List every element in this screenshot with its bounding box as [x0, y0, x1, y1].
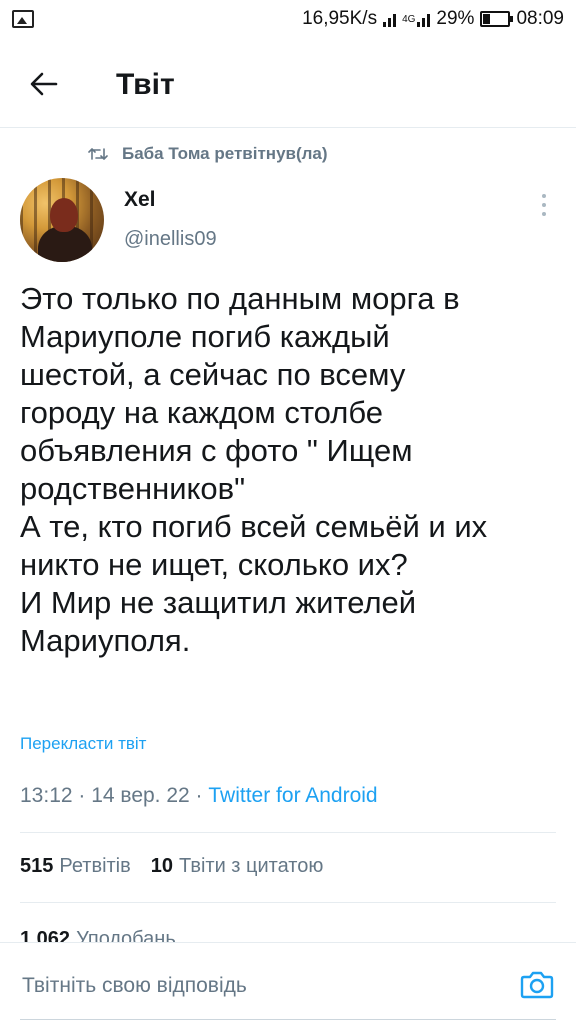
camera-icon[interactable]	[520, 969, 554, 999]
status-bar: 16,95K/s 4G 29% 08:09	[0, 0, 576, 40]
reply-underline	[20, 1019, 556, 1020]
tweet-line: Мариуполе погиб каждый	[20, 319, 390, 354]
author-name[interactable]: Xel	[124, 188, 156, 212]
retweets-label: Ретвітів	[59, 855, 131, 877]
header: Твіт	[0, 40, 576, 128]
tweet-line: А те, кто погиб всей семьёй и их	[20, 509, 488, 544]
tweet-text: Это только по данным морга в Мариуполе п…	[20, 280, 560, 660]
retweets-stat[interactable]: 515 Ретвітів	[20, 855, 131, 878]
retweets-count: 515	[20, 855, 54, 877]
battery-percent: 29%	[436, 8, 475, 29]
tweet-line: родственников"	[20, 471, 246, 506]
battery-icon	[480, 11, 514, 27]
tweet-timestamp: 13:12 · 14 вер. 22 ·	[20, 784, 209, 807]
tweet-line: Это только по данным морга в	[20, 281, 460, 316]
tweet-line: И Мир не защитил жителей	[20, 585, 417, 620]
tweet-line: городу на каждом столбе	[20, 395, 383, 430]
quotes-label: Твіти з цитатою	[179, 855, 324, 877]
tweet-line: шестой, а сейчас по всему	[20, 357, 406, 392]
quotes-count: 10	[150, 855, 174, 877]
likes-count: 1 062	[20, 928, 71, 942]
network-speed: 16,95K/s	[302, 8, 378, 29]
avatar-figure-head	[50, 198, 78, 232]
tweet-source-link[interactable]: Twitter for Android	[208, 784, 377, 807]
tweet-line: никто не ищет, сколько их?	[20, 547, 408, 582]
tweet-line: объявления с фото " Ищем	[20, 433, 413, 468]
divider	[20, 902, 556, 903]
translate-tweet-link[interactable]: Перекласти твіт	[20, 734, 146, 754]
tweet-stats: 515 Ретвітів 10 Твіти з цитатою	[20, 855, 323, 878]
signal-4g-icon	[417, 11, 431, 27]
likes-label: Уподобань	[76, 928, 176, 942]
author-handle[interactable]: @inellis09	[124, 228, 217, 251]
clock: 08:09	[516, 8, 564, 29]
page-title: Твіт	[116, 68, 175, 101]
retweet-context[interactable]: Баба Тома ретвітнув(ла)	[88, 144, 328, 164]
reply-bar: Твітніть свою відповідь	[0, 942, 576, 1024]
retweet-context-label: Баба Тома ретвітнув(ла)	[122, 144, 328, 163]
reply-input[interactable]: Твітніть свою відповідь	[22, 974, 247, 998]
divider	[20, 832, 556, 833]
retweet-icon	[88, 148, 108, 160]
status-bar-right: 16,95K/s 4G 29% 08:09	[302, 6, 564, 32]
avatar[interactable]	[20, 178, 104, 262]
quotes-stat[interactable]: 10 Твіти з цитатою	[151, 855, 324, 878]
likes-stat[interactable]: 1 062 Уподобань	[20, 928, 176, 942]
signal-icon	[383, 11, 397, 27]
network-type: 4G	[402, 13, 416, 25]
image-notification-icon	[12, 10, 34, 28]
tweet-line: Мариуполя.	[20, 623, 191, 658]
tweet-meta: 13:12 · 14 вер. 22 · Twitter for Android	[20, 784, 378, 808]
back-arrow-icon[interactable]	[28, 68, 60, 100]
more-options-icon[interactable]	[534, 192, 554, 218]
